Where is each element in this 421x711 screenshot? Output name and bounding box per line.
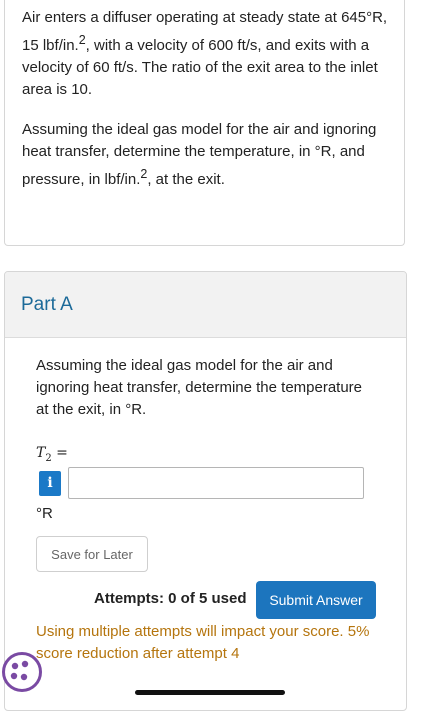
part-header[interactable]: Part A — [5, 272, 406, 338]
attempts-counter: Attempts: 0 of 5 used — [94, 590, 247, 607]
unit-label: °R — [36, 505, 53, 522]
save-for-later-button[interactable]: Save for Later — [36, 536, 148, 572]
help-bubble-icon[interactable] — [2, 652, 42, 692]
problem-statement-card: Air enters a diffuser operating at stead… — [4, 0, 405, 246]
superscript: 2 — [78, 33, 86, 47]
part-question: Assuming the ideal gas model for the air… — [36, 357, 363, 418]
answer-input[interactable] — [68, 467, 364, 499]
home-indicator[interactable] — [135, 690, 285, 695]
attempts-warning: Using multiple attempts will impact your… — [36, 623, 370, 662]
variable-symbol: T — [36, 445, 46, 461]
submit-answer-button[interactable]: Submit Answer — [256, 581, 376, 619]
problem-paragraph-2: Assuming the ideal gas model for the air… — [22, 119, 398, 191]
part-title: Part A — [21, 294, 73, 315]
palette-icon — [10, 660, 29, 681]
problem-paragraph-2-text-cont: , at the exit. — [147, 171, 225, 188]
info-icon[interactable]: i — [39, 471, 61, 496]
problem-paragraph-1: Air enters a diffuser operating at stead… — [22, 7, 398, 101]
variable-equals: = — [51, 445, 68, 461]
part-a-card: Part A Assuming the ideal gas model for … — [4, 271, 407, 711]
variable-label: T2 = — [36, 445, 68, 464]
